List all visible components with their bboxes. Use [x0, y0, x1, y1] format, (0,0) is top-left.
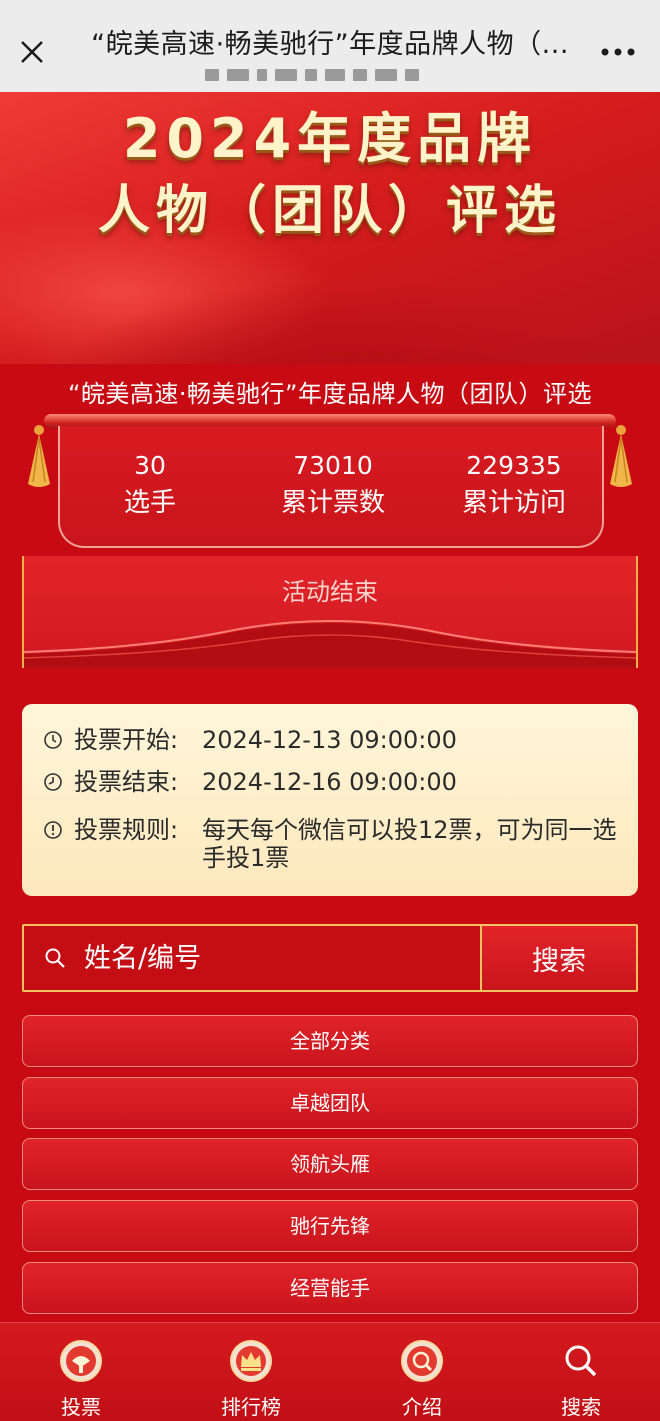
close-button[interactable]	[14, 34, 50, 70]
nav-label: 介绍	[402, 1395, 442, 1419]
search-button[interactable]: 搜索	[480, 926, 636, 990]
vote-end-label: 投票结束:	[74, 768, 179, 796]
nav-vote[interactable]: 投票	[21, 1333, 141, 1419]
vote-rule-value: 每天每个微信可以投12票，可为同一选手投1票	[202, 816, 617, 872]
nav-label: 排行榜	[221, 1395, 281, 1419]
top-bar: “皖美高速·畅美驰行”年度品牌人物（...	[0, 0, 660, 92]
blurred-subtitle	[205, 66, 465, 84]
clock-end-icon	[42, 771, 64, 793]
right-tassel-icon	[610, 425, 632, 487]
voting-info-box: 投票开始: 2024-12-13 09:00:00 投票结束: 2024-12-…	[22, 704, 638, 896]
stats-panel: 30 选手 73010 累计票数 229335 累计访问	[58, 426, 604, 548]
activity-status-banner: 活动结束	[22, 556, 638, 668]
more-button[interactable]	[598, 40, 638, 64]
ribbon-wave-decoration	[24, 620, 636, 668]
banner-title-line-2: 人物（团队）评选	[97, 181, 562, 241]
category-all[interactable]: 全部分类	[22, 1015, 638, 1067]
search-input[interactable]	[84, 938, 444, 978]
category-pioneer[interactable]: 驰行先锋	[22, 1200, 638, 1252]
stat-value: 30	[134, 451, 166, 480]
vote-rule-row: 投票规则: 每天每个微信可以投12票，可为同一选手投1票	[42, 816, 622, 872]
vote-icon	[59, 1339, 103, 1383]
stat-label: 累计票数	[280, 488, 385, 518]
category-leading-geese[interactable]: 领航头雁	[22, 1138, 638, 1190]
close-icon	[21, 41, 43, 63]
search-icon	[44, 946, 68, 970]
page-title: “皖美高速·畅美驰行”年度品牌人物（...	[91, 29, 569, 60]
clock-icon	[42, 729, 64, 751]
left-tassel-icon	[28, 425, 50, 487]
category-business-expert[interactable]: 经营能手	[22, 1262, 638, 1314]
stat-value: 73010	[293, 451, 373, 480]
vote-start-label: 投票开始:	[74, 726, 179, 754]
event-title: “皖美高速·畅美驰行”年度品牌人物（团队）评选	[68, 380, 592, 408]
nav-label: 投票	[61, 1395, 101, 1419]
stat-label: 选手	[123, 488, 176, 518]
stat-value: 229335	[466, 451, 562, 480]
intro-icon	[400, 1339, 444, 1383]
bottom-navigation: 投票 排行榜 介绍 搜索	[0, 1322, 660, 1421]
nav-intro[interactable]: 介绍	[362, 1333, 482, 1419]
vote-end-row: 投票结束: 2024-12-16 09:00:00	[42, 768, 622, 796]
activity-status-text: 活动结束	[282, 578, 378, 606]
search-field-wrap	[24, 926, 480, 990]
nav-label: 搜索	[561, 1395, 601, 1419]
more-icon	[601, 48, 635, 56]
crown-icon	[229, 1339, 273, 1383]
stat-total-votes: 73010 累计票数	[243, 450, 423, 522]
banner-title-line-1: 2024年度品牌	[122, 107, 538, 170]
stat-total-visits: 229335 累计访问	[424, 450, 604, 522]
info-icon	[42, 819, 64, 841]
vote-end-value: 2024-12-16 09:00:00	[202, 768, 457, 796]
stat-contestants: 30 选手	[60, 450, 240, 522]
hero-banner: 2024年度品牌 人物（团队）评选	[0, 92, 660, 364]
category-excellent-team[interactable]: 卓越团队	[22, 1077, 638, 1129]
vote-rule-label: 投票规则:	[74, 816, 179, 844]
search-icon	[559, 1339, 603, 1383]
vote-start-value: 2024-12-13 09:00:00	[202, 726, 457, 754]
nav-ranking[interactable]: 排行榜	[191, 1333, 311, 1419]
nav-search[interactable]: 搜索	[521, 1333, 641, 1419]
stat-label: 累计访问	[461, 488, 566, 518]
vote-start-row: 投票开始: 2024-12-13 09:00:00	[42, 726, 622, 754]
search-bar: 搜索	[22, 924, 638, 992]
